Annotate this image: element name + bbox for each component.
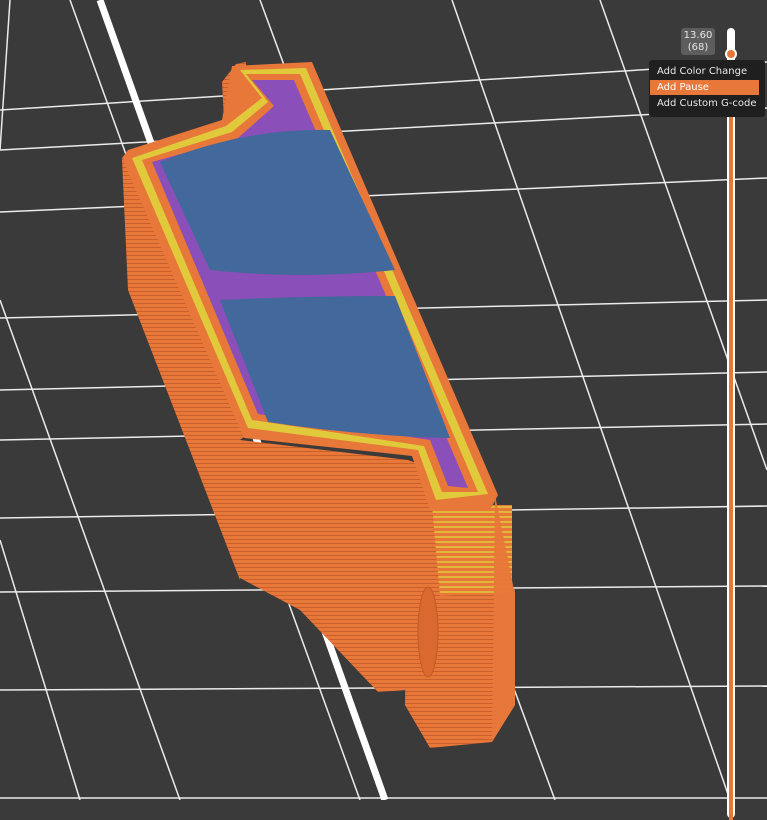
3d-preview-viewport[interactable] — [0, 0, 767, 800]
layer-number-text: (68) — [687, 42, 709, 53]
menu-item-add-pause[interactable]: Add Pause — [650, 80, 759, 95]
layer-height-text: 13.60 — [683, 30, 713, 41]
menu-item-add-color-change[interactable]: Add Color Change — [650, 64, 759, 79]
slider-thumb[interactable] — [725, 48, 737, 60]
menu-item-add-custom-gcode[interactable]: Add Custom G-code — [650, 96, 759, 111]
layer-slider[interactable] — [718, 20, 744, 820]
slider-fill — [729, 50, 733, 820]
layer-value-label: 13.60 (68) — [681, 28, 715, 55]
context-menu: Add Color Change Add Pause Add Custom G-… — [649, 60, 765, 117]
preview-canvas[interactable] — [0, 0, 767, 800]
